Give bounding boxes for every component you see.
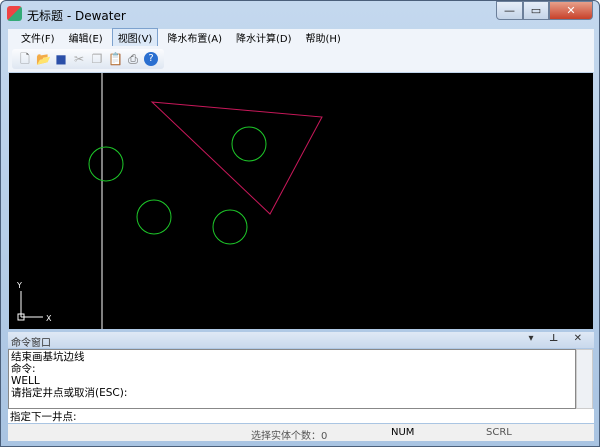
- command-window-header: 命令窗口 ▾ ⊥ ✕: [8, 332, 594, 349]
- new-icon[interactable]: 🗋: [18, 52, 32, 66]
- well-circle[interactable]: [212, 209, 248, 245]
- num-indicator: NUM: [391, 427, 415, 438]
- app-window: 无标题 - Dewater — ▭ ✕ 文件(F) 编辑(E) 视图(V) 降水…: [0, 0, 600, 447]
- toolbar: 🗋 📂 ■ ✂ ❐ 📋 ⎙ ?: [8, 46, 594, 72]
- menu-edit[interactable]: 编辑(E): [64, 29, 108, 46]
- command-scrollbar[interactable]: [576, 349, 593, 409]
- minimize-button[interactable]: —: [496, 1, 523, 20]
- open-icon[interactable]: 📂: [36, 52, 51, 66]
- cut-icon[interactable]: ✂: [72, 52, 86, 66]
- drawing-canvas[interactable]: Y X: [9, 73, 593, 329]
- menu-dewater-layout[interactable]: 降水布置(A): [162, 29, 227, 46]
- menu-view[interactable]: 视图(V): [111, 28, 159, 47]
- well-circle[interactable]: [136, 199, 172, 235]
- drawing-svg: Y X: [16, 73, 323, 329]
- save-icon[interactable]: ■: [54, 52, 68, 66]
- command-output: 结束画基坑边线 命令: WELL 请指定井点或取消(ESC):: [8, 349, 576, 409]
- menu-help[interactable]: 帮助(H): [301, 29, 346, 46]
- menu-dewater-calc[interactable]: 降水计算(D): [231, 29, 297, 46]
- menu-bar: 文件(F) 编辑(E) 视图(V) 降水布置(A) 降水计算(D) 帮助(H): [8, 28, 594, 47]
- command-window-title: 命令窗口: [11, 338, 51, 349]
- well-circle[interactable]: [88, 146, 124, 182]
- paste-icon[interactable]: 📋: [108, 52, 123, 66]
- panel-buttons[interactable]: ▾ ⊥ ✕: [528, 333, 588, 344]
- command-input[interactable]: 指定下一井点:: [8, 409, 594, 423]
- app-icon: [7, 6, 22, 21]
- axis-x-label: X: [46, 314, 52, 323]
- axis-y-label: Y: [16, 281, 22, 290]
- maximize-button[interactable]: ▭: [523, 1, 549, 20]
- selection-count: 选择实体个数：0: [251, 431, 328, 442]
- menu-file[interactable]: 文件(F): [16, 29, 60, 46]
- help-icon[interactable]: ?: [144, 52, 158, 66]
- ucs-axis-icon: [17, 291, 43, 321]
- window-title: 无标题 - Dewater: [27, 9, 126, 23]
- pit-boundary-triangle[interactable]: [150, 101, 323, 215]
- print-icon[interactable]: ⎙: [126, 52, 140, 66]
- scrl-indicator: SCRL: [486, 427, 512, 438]
- copy-icon[interactable]: ❐: [90, 52, 104, 66]
- close-button[interactable]: ✕: [549, 1, 593, 20]
- well-circle[interactable]: [231, 126, 267, 162]
- status-bar: 选择实体个数：0 NUM SCRL: [8, 424, 594, 442]
